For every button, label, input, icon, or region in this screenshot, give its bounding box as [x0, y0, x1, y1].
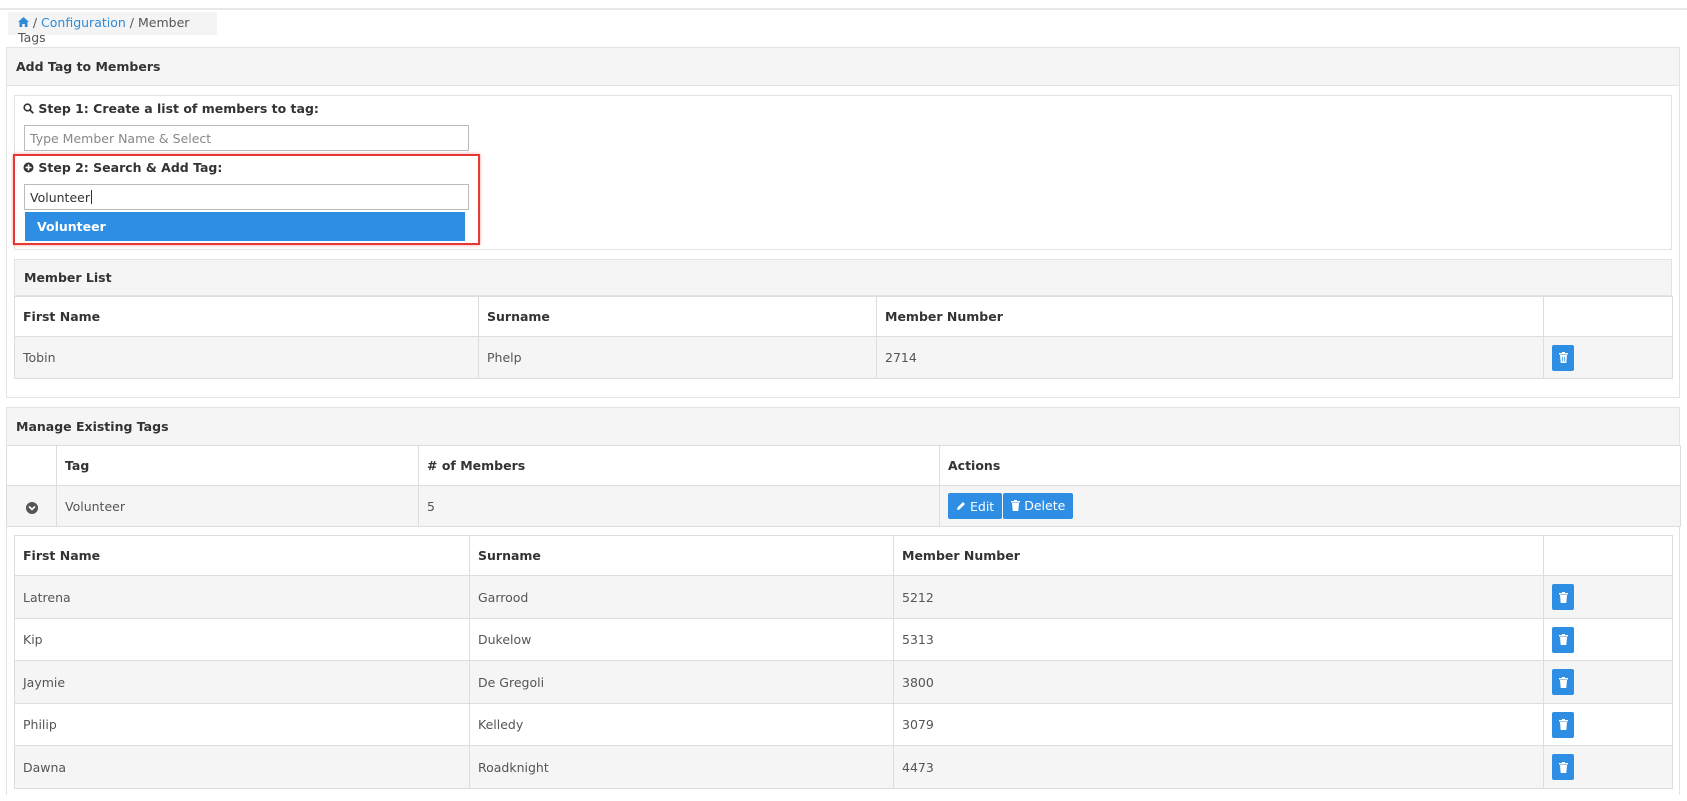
- search-icon: [23, 103, 34, 114]
- remove-member-button[interactable]: [1552, 711, 1574, 738]
- column-header-tag: Tag: [56, 445, 419, 486]
- cell-first-name: Latrena: [14, 575, 470, 619]
- trash-icon: [1011, 500, 1021, 512]
- column-header-actions: [1543, 535, 1673, 576]
- cell-actions: [1543, 703, 1673, 746]
- cell-first-name: Philip: [14, 703, 470, 746]
- remove-member-button[interactable]: [1552, 344, 1574, 371]
- member-list-table: First Name Surname Member Number Tobin P…: [14, 296, 1673, 379]
- top-divider: [0, 8, 1687, 10]
- breadcrumb-separator: /: [129, 15, 135, 30]
- cell-first-name: Dawna: [14, 745, 470, 789]
- add-tag-panel-title: Add Tag to Members: [16, 59, 161, 74]
- column-header-first-name: First Name: [14, 535, 470, 576]
- trash-icon: [1558, 634, 1568, 645]
- delete-tag-label: Delete: [1024, 498, 1066, 514]
- breadcrumb: / Configuration / Member Tags: [8, 12, 217, 45]
- trash-icon: [1558, 719, 1568, 730]
- table-header-row: First Name Surname Member Number: [14, 535, 1673, 576]
- add-tag-panel-header: Add Tag to Members: [7, 48, 1679, 86]
- cell-surname: Garrood: [469, 575, 894, 619]
- column-header-actions: Actions: [939, 445, 1681, 486]
- manage-tags-panel-title: Manage Existing Tags: [16, 419, 169, 434]
- chevron-down-icon[interactable]: [25, 501, 38, 514]
- column-header-member-number: Member Number: [893, 535, 1544, 576]
- trash-icon: [1558, 761, 1568, 773]
- trash-icon: [1558, 676, 1568, 688]
- column-header-surname: Surname: [469, 535, 894, 576]
- cell-first-name: Jaymie: [14, 660, 470, 704]
- cell-surname: Dukelow: [469, 618, 894, 661]
- manage-tags-panel-header: Manage Existing Tags: [7, 408, 1679, 446]
- edit-tag-label: Edit: [970, 498, 995, 514]
- cell-actions: Edit Delete: [939, 485, 1681, 527]
- member-list-title: Member List: [24, 270, 112, 285]
- remove-member-button[interactable]: [1552, 754, 1574, 780]
- pencil-icon: [957, 502, 965, 511]
- column-header-member-count: # of Members: [418, 445, 940, 486]
- column-header-expand: [6, 445, 57, 486]
- column-header-surname: Surname: [478, 296, 877, 337]
- step1-label: Step 1: Create a list of members to tag:: [23, 101, 319, 116]
- breadcrumb-configuration-link[interactable]: Configuration: [41, 15, 126, 30]
- tag-row: Volunteer 5 Edit Delete: [6, 485, 1681, 527]
- cell-surname: Roadknight: [469, 745, 894, 789]
- table-header-row: Tag # of Members Actions: [6, 445, 1681, 486]
- table-row: Tobin Phelp 2714: [14, 336, 1673, 379]
- table-row: Philip Kelledy 3079: [14, 703, 1673, 746]
- cell-expand: [6, 485, 57, 527]
- table-row: Latrena Garrood 5212: [14, 575, 1673, 619]
- cell-surname: Phelp: [478, 336, 877, 379]
- cell-member-number: 4473: [893, 745, 1544, 789]
- cell-member-number: 5212: [893, 575, 1544, 619]
- tag-members-table: First Name Surname Member Number Latrena…: [14, 535, 1673, 789]
- column-header-member-number: Member Number: [876, 296, 1544, 337]
- remove-member-button[interactable]: [1552, 669, 1574, 695]
- cell-actions: [1543, 575, 1673, 619]
- column-header-first-name: First Name: [14, 296, 479, 337]
- column-header-actions: [1543, 296, 1673, 337]
- cell-member-number: 2714: [876, 336, 1544, 379]
- table-row: Jaymie De Gregoli 3800: [14, 660, 1673, 704]
- cell-member-count: 5: [418, 485, 940, 527]
- cell-actions: [1543, 745, 1673, 789]
- cell-member-number: 3079: [893, 703, 1544, 746]
- step1-label-text: Step 1: Create a list of members to tag:: [38, 101, 319, 116]
- cell-surname: De Gregoli: [469, 660, 894, 704]
- member-search-placeholder: Type Member Name & Select: [30, 130, 212, 146]
- cell-actions: [1543, 618, 1673, 661]
- trash-icon: [1558, 591, 1568, 603]
- tags-table: Tag # of Members Actions Volunteer 5 Edi…: [6, 445, 1681, 527]
- member-list-header: Member List: [14, 259, 1672, 296]
- member-search-input[interactable]: Type Member Name & Select: [24, 125, 469, 151]
- cell-surname: Kelledy: [469, 703, 894, 746]
- breadcrumb-separator: /: [32, 15, 38, 30]
- home-icon[interactable]: [18, 16, 33, 30]
- cell-first-name: Tobin: [14, 336, 479, 379]
- cell-member-number: 3800: [893, 660, 1544, 704]
- cell-actions: [1543, 660, 1673, 704]
- cell-member-number: 5313: [893, 618, 1544, 661]
- cell-tag: Volunteer: [56, 485, 419, 527]
- delete-tag-button[interactable]: Delete: [1003, 492, 1074, 519]
- edit-tag-button[interactable]: Edit: [948, 493, 1003, 520]
- cell-actions: [1543, 336, 1673, 379]
- table-row: Dawna Roadknight 4473: [14, 745, 1673, 789]
- step2-highlight-box: [13, 154, 480, 245]
- table-header-row: First Name Surname Member Number: [14, 296, 1673, 337]
- remove-member-button[interactable]: [1552, 626, 1574, 653]
- table-row: Kip Dukelow 5313: [14, 618, 1673, 661]
- remove-member-button[interactable]: [1552, 584, 1574, 610]
- trash-icon: [1558, 352, 1568, 363]
- cell-first-name: Kip: [14, 618, 470, 661]
